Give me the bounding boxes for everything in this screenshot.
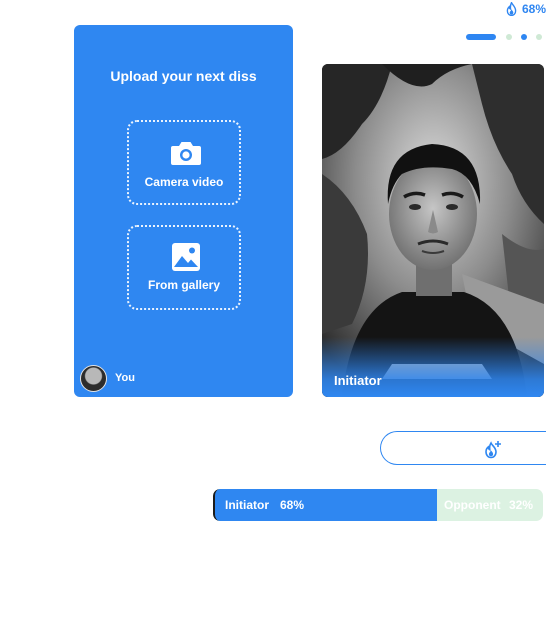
page-dot[interactable] [521, 34, 527, 40]
camera-icon [171, 142, 201, 165]
page-dot[interactable] [506, 34, 512, 40]
vote-score-bar: Initiator 68% Opponent 32% [213, 489, 543, 521]
user-label: You [115, 372, 135, 384]
camera-video-button[interactable]: Camera video [127, 120, 241, 205]
react-button[interactable] [380, 431, 546, 465]
image-icon [172, 243, 200, 271]
page-dot-active[interactable] [466, 34, 496, 40]
heat-indicator: 68% [506, 1, 546, 17]
video-participant-label: Initiator [334, 373, 382, 388]
current-user: You [80, 364, 135, 392]
from-gallery-label: From gallery [147, 278, 221, 292]
initiator-score-percent: 68% [280, 498, 305, 512]
page-dot[interactable] [536, 34, 542, 40]
avatar[interactable] [80, 364, 107, 392]
flame-plus-icon [485, 441, 501, 459]
flame-icon [506, 2, 517, 16]
video-gradient-overlay [322, 337, 544, 397]
heat-percent: 68% [521, 2, 546, 16]
opponent-score-name: Opponent [444, 498, 501, 512]
camera-video-label: Camera video [144, 175, 224, 189]
initiator-video[interactable]: Initiator [322, 64, 544, 397]
opponent-score-percent: 32% [509, 498, 534, 512]
from-gallery-button[interactable]: From gallery [127, 225, 241, 310]
upload-title: Upload your next diss [110, 68, 257, 84]
upload-card: Upload your next diss Camera video From … [74, 25, 293, 397]
initiator-score-name: Initiator [225, 498, 269, 512]
page-indicator [466, 33, 544, 41]
